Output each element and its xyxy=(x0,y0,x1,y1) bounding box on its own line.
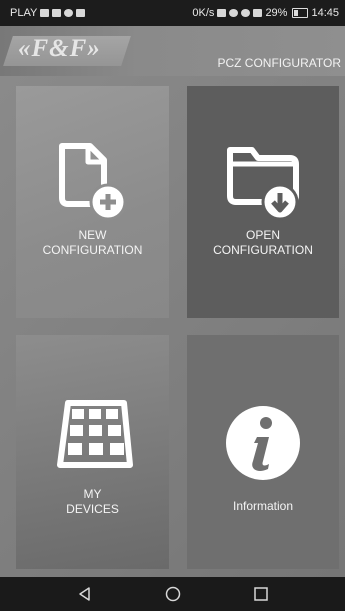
my-devices-label: MY DEVICES xyxy=(66,487,119,517)
back-icon xyxy=(78,587,90,601)
home-icon xyxy=(165,586,180,602)
status-bar-left: PLAY xyxy=(10,7,86,19)
my-devices-line1: MY xyxy=(83,487,102,501)
carrier-label: PLAY xyxy=(10,7,38,19)
recents-icon xyxy=(253,587,268,601)
information-tile[interactable]: Information xyxy=(187,335,339,569)
information-label: Information xyxy=(232,499,294,513)
signal-icon xyxy=(253,9,263,17)
gallery-icon xyxy=(76,9,86,17)
device-grid-icon xyxy=(56,400,133,468)
my-devices-line2: DEVICES xyxy=(66,502,119,516)
open-configuration-line2: CONFIGURATION xyxy=(213,243,313,257)
battery-percent: 29% xyxy=(265,7,288,19)
open-configuration-label: OPEN CONFIGURATION xyxy=(213,228,313,258)
info-icon xyxy=(226,406,300,480)
recents-button[interactable] xyxy=(247,580,275,608)
nfc-icon xyxy=(217,9,227,17)
status-bar: PLAY 0K/s 29% 14:45 xyxy=(0,0,345,26)
alarm-icon xyxy=(229,9,239,17)
battery-icon xyxy=(292,8,309,18)
new-configuration-tile[interactable]: NEW CONFIGURATION xyxy=(16,86,169,318)
new-configuration-label: NEW CONFIGURATION xyxy=(43,228,143,258)
app-title: PCZ CONFIGURATOR xyxy=(217,56,341,70)
back-button[interactable] xyxy=(71,580,99,608)
open-configuration-tile[interactable]: OPEN CONFIGURATION xyxy=(187,86,339,318)
message-icon xyxy=(52,9,62,17)
app-header: «F&F» PCZ CONFIGURATOR xyxy=(0,26,345,76)
new-configuration-line1: NEW xyxy=(78,228,107,242)
brand-logo: «F&F» xyxy=(18,35,101,62)
clock: 14:45 xyxy=(311,7,339,19)
home-button[interactable] xyxy=(159,580,187,608)
facebook-icon xyxy=(64,9,74,17)
new-configuration-line2: CONFIGURATION xyxy=(42,243,143,257)
status-bar-right: 0K/s 29% 14:45 xyxy=(192,7,339,19)
my-devices-tile[interactable]: MY DEVICES xyxy=(16,335,169,569)
new-file-icon xyxy=(58,143,126,221)
system-nav-bar xyxy=(0,577,345,611)
sim-icon xyxy=(40,9,50,17)
open-folder-icon xyxy=(227,147,299,221)
net-speed: 0K/s xyxy=(192,7,215,19)
open-configuration-line1: OPEN xyxy=(245,228,280,242)
wifi-icon xyxy=(241,9,251,17)
